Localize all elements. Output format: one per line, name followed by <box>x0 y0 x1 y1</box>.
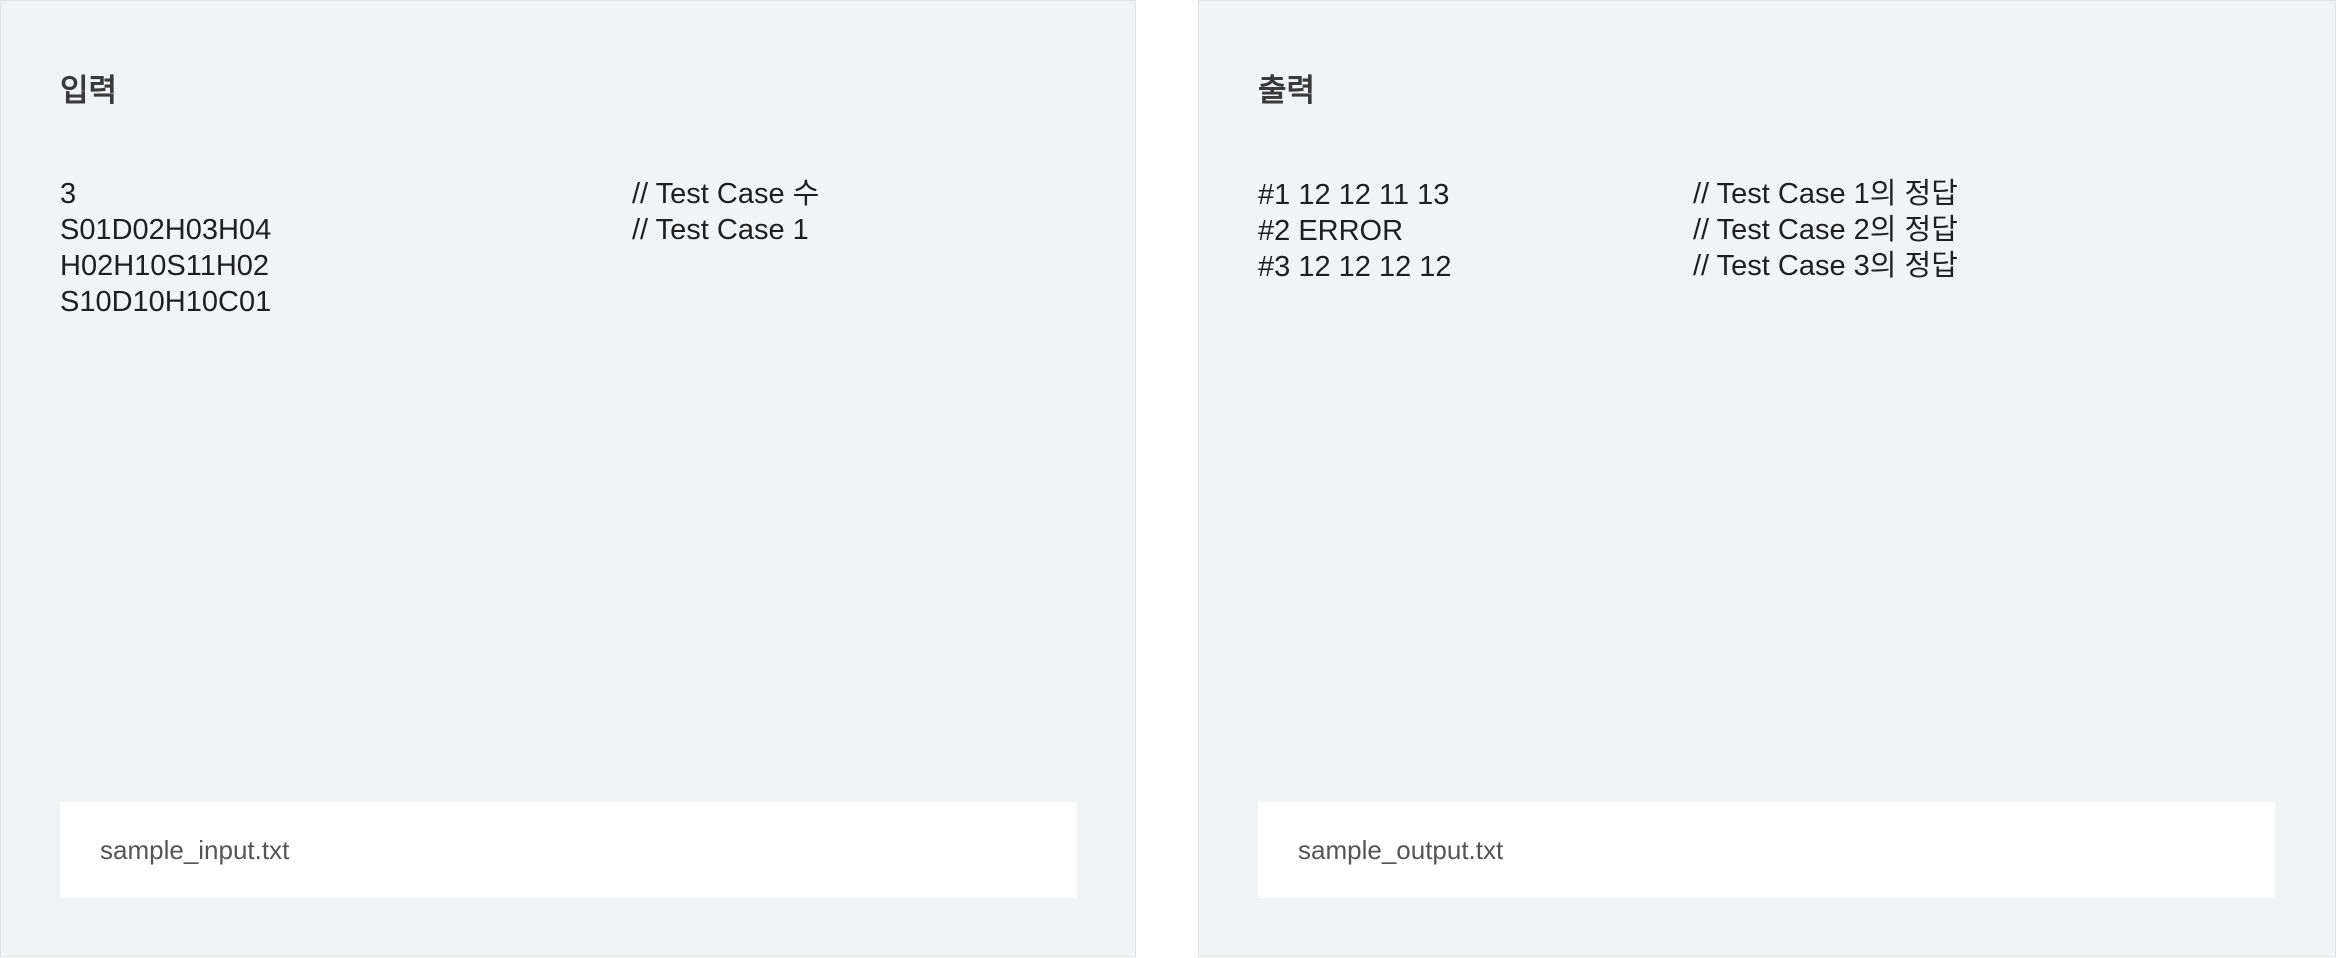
input-panel: 입력 3 S01D02H03H04 H02H10S11H02 S10D10H10… <box>0 0 1136 957</box>
input-code-block: 3 S01D02H03H04 H02H10S11H02 S10D10H10C01… <box>60 176 1076 736</box>
input-comment: // Test Case 수 <box>632 178 820 210</box>
output-panel: 출력 #1 12 12 11 13 #2 ERROR #3 12 12 12 1… <box>1198 0 2336 957</box>
output-line: #1 12 12 11 13 <box>1258 179 1450 211</box>
output-comment: // Test Case 2의 정답 <box>1693 214 1958 246</box>
input-file-name[interactable]: sample_input.txt <box>100 835 289 866</box>
output-line: #2 ERROR <box>1258 215 1404 247</box>
output-code-block: #1 12 12 11 13 #2 ERROR #3 12 12 12 12 /… <box>1258 176 2276 736</box>
input-comment: // Test Case 1 <box>632 214 809 246</box>
output-panel-title: 출력 <box>1258 73 1316 108</box>
input-file-download[interactable]: sample_input.txt <box>60 802 1077 898</box>
input-line: H02H10S11H02 <box>60 250 270 282</box>
output-file-download[interactable]: sample_output.txt <box>1258 802 2275 898</box>
input-line: S10D10H10C01 <box>60 286 272 318</box>
input-line: 3 <box>60 178 77 210</box>
output-comment: // Test Case 1의 정답 <box>1693 178 1958 210</box>
output-line: #3 12 12 12 12 <box>1258 251 1452 283</box>
output-comment: // Test Case 3의 정답 <box>1693 250 1958 282</box>
output-file-name[interactable]: sample_output.txt <box>1298 835 1503 866</box>
input-panel-title: 입력 <box>60 73 118 108</box>
input-line: S01D02H03H04 <box>60 214 272 246</box>
